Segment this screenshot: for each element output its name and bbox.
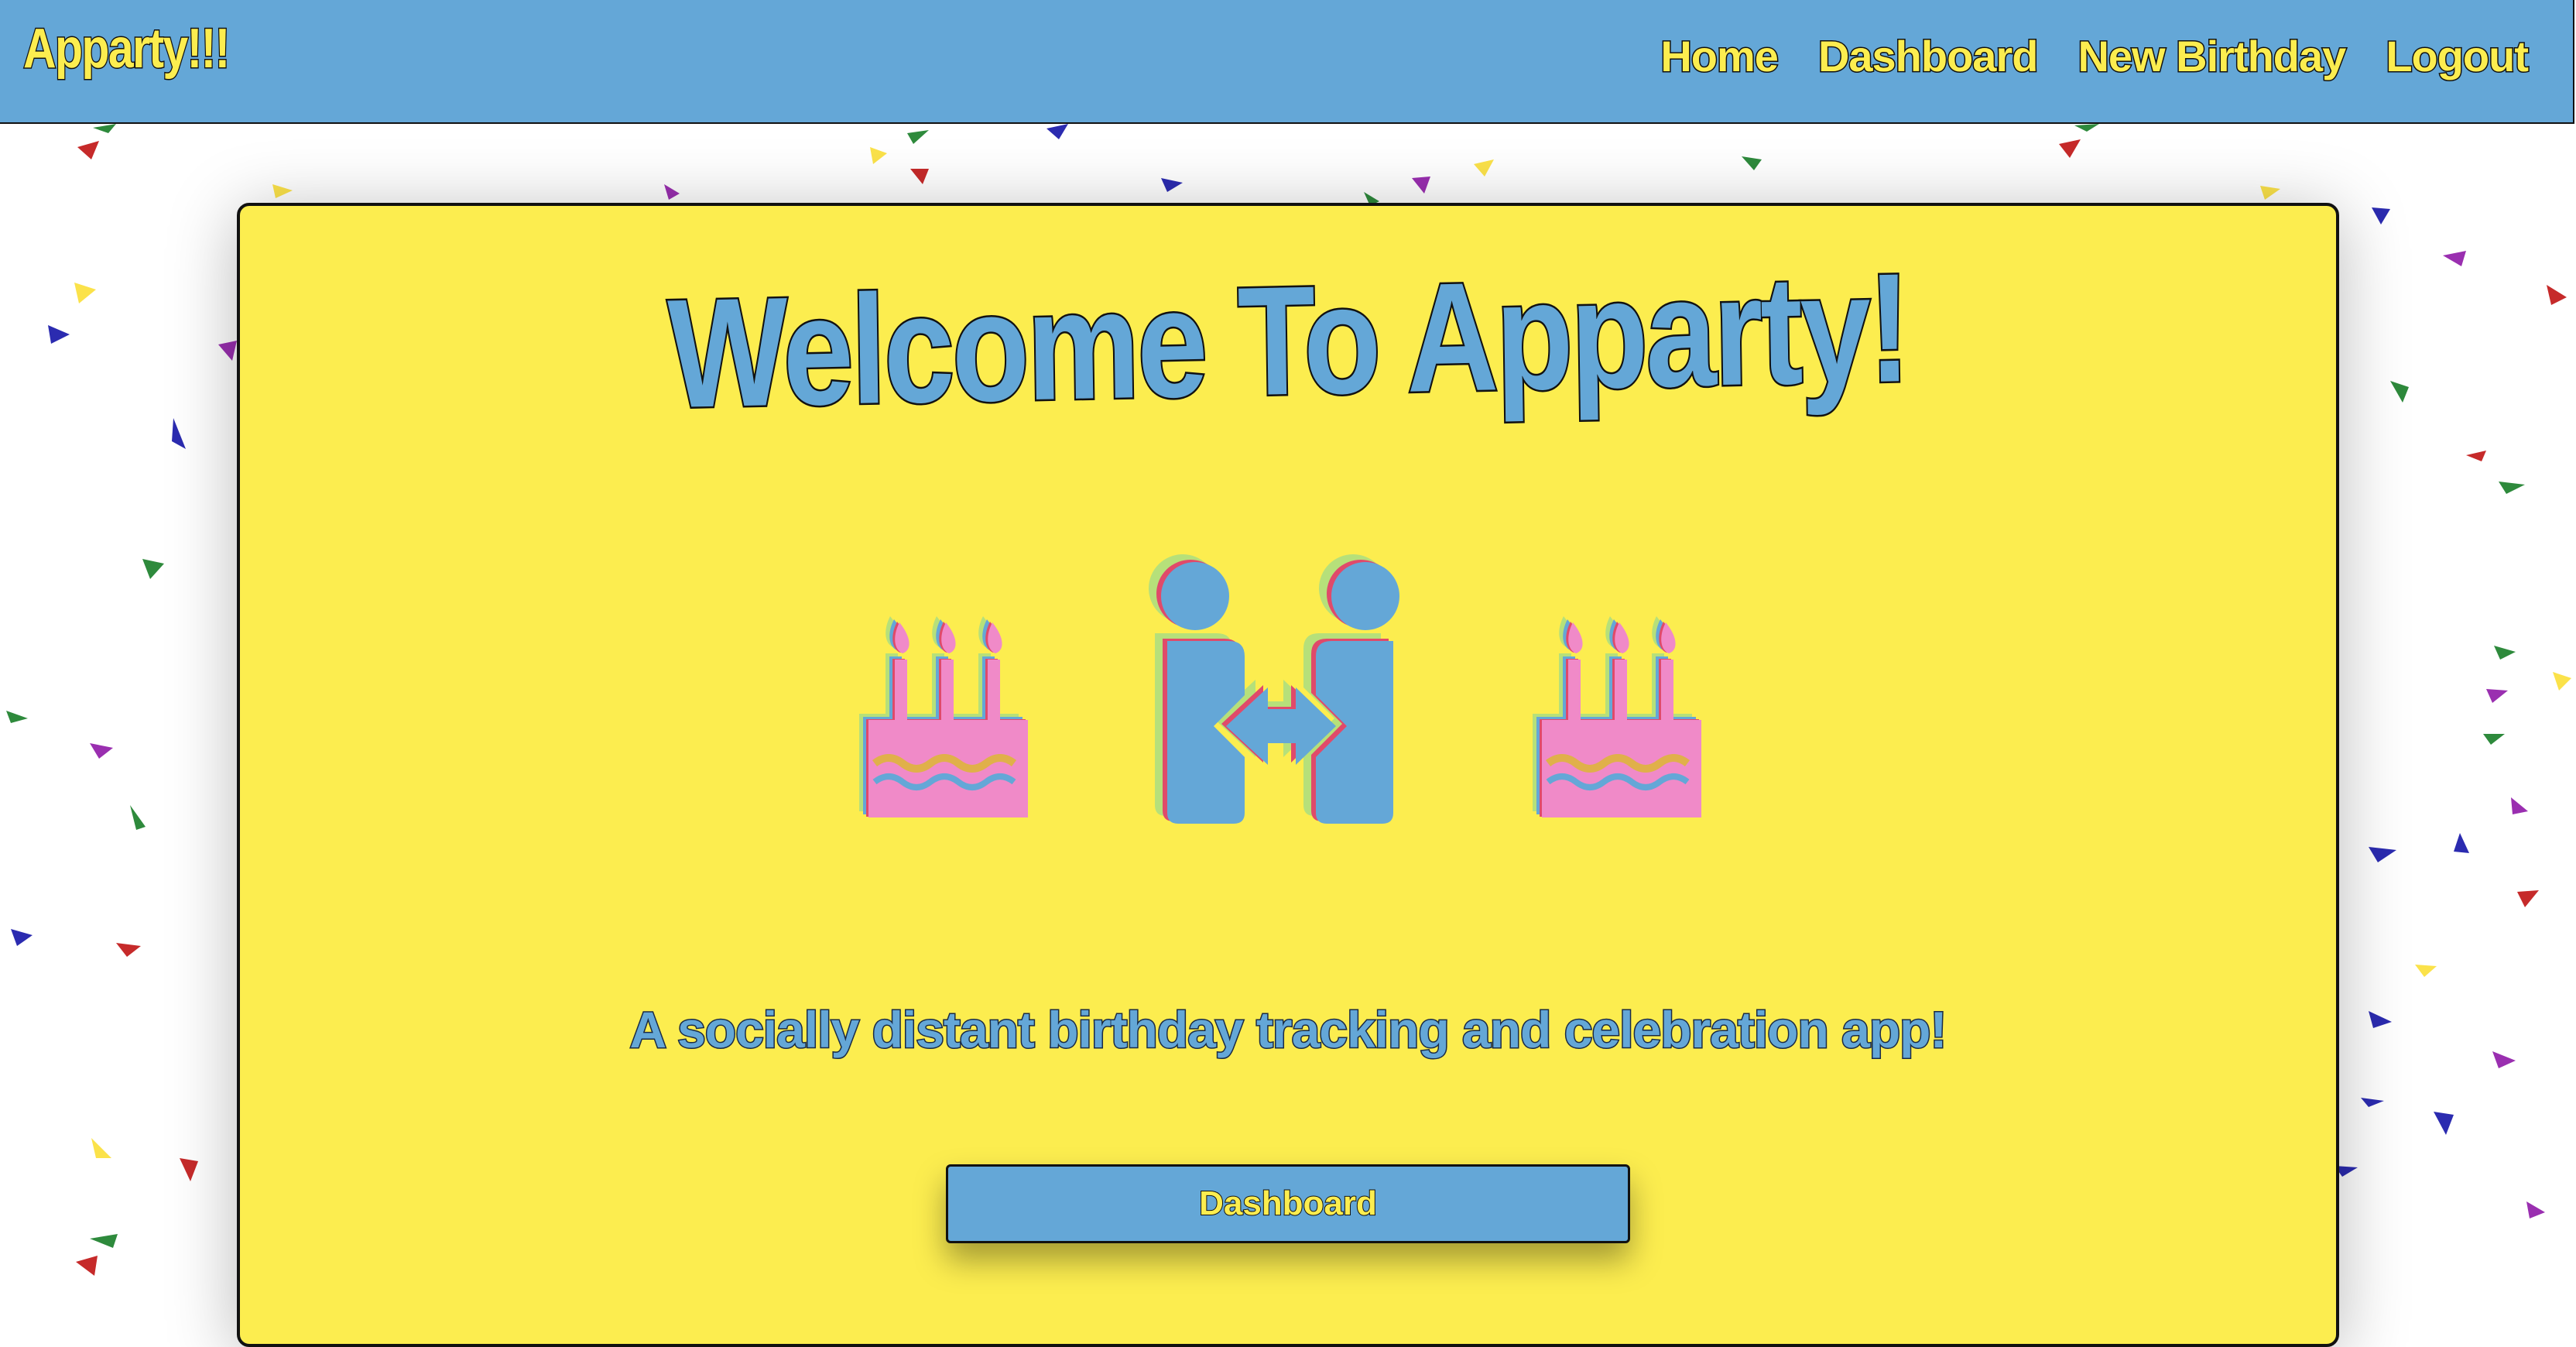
welcome-card: Welcome To Apparty! A socially distant b… (237, 203, 2339, 1347)
tagline: A socially distant birthday tracking and… (629, 1000, 1948, 1060)
birthday-cake-icon-right (1533, 616, 1701, 817)
birthday-cake-icon-left (859, 616, 1028, 817)
nav-logout-link[interactable]: Logout (2385, 31, 2530, 82)
people-arrows-icon (1149, 554, 1399, 824)
nav-dashboard-link[interactable]: Dashboard (1817, 31, 2039, 82)
top-navbar: Apparty!!! Home Dashboard New Birthday L… (0, 0, 2574, 124)
dashboard-button[interactable]: Dashboard (946, 1164, 1630, 1243)
nav-new-birthday-link[interactable]: New Birthday (2077, 31, 2348, 82)
brand-logo[interactable]: Apparty!!! (22, 17, 231, 81)
nav-home-link[interactable]: Home (1660, 31, 1780, 82)
nav-links: Home Dashboard New Birthday Logout (1660, 31, 2530, 82)
